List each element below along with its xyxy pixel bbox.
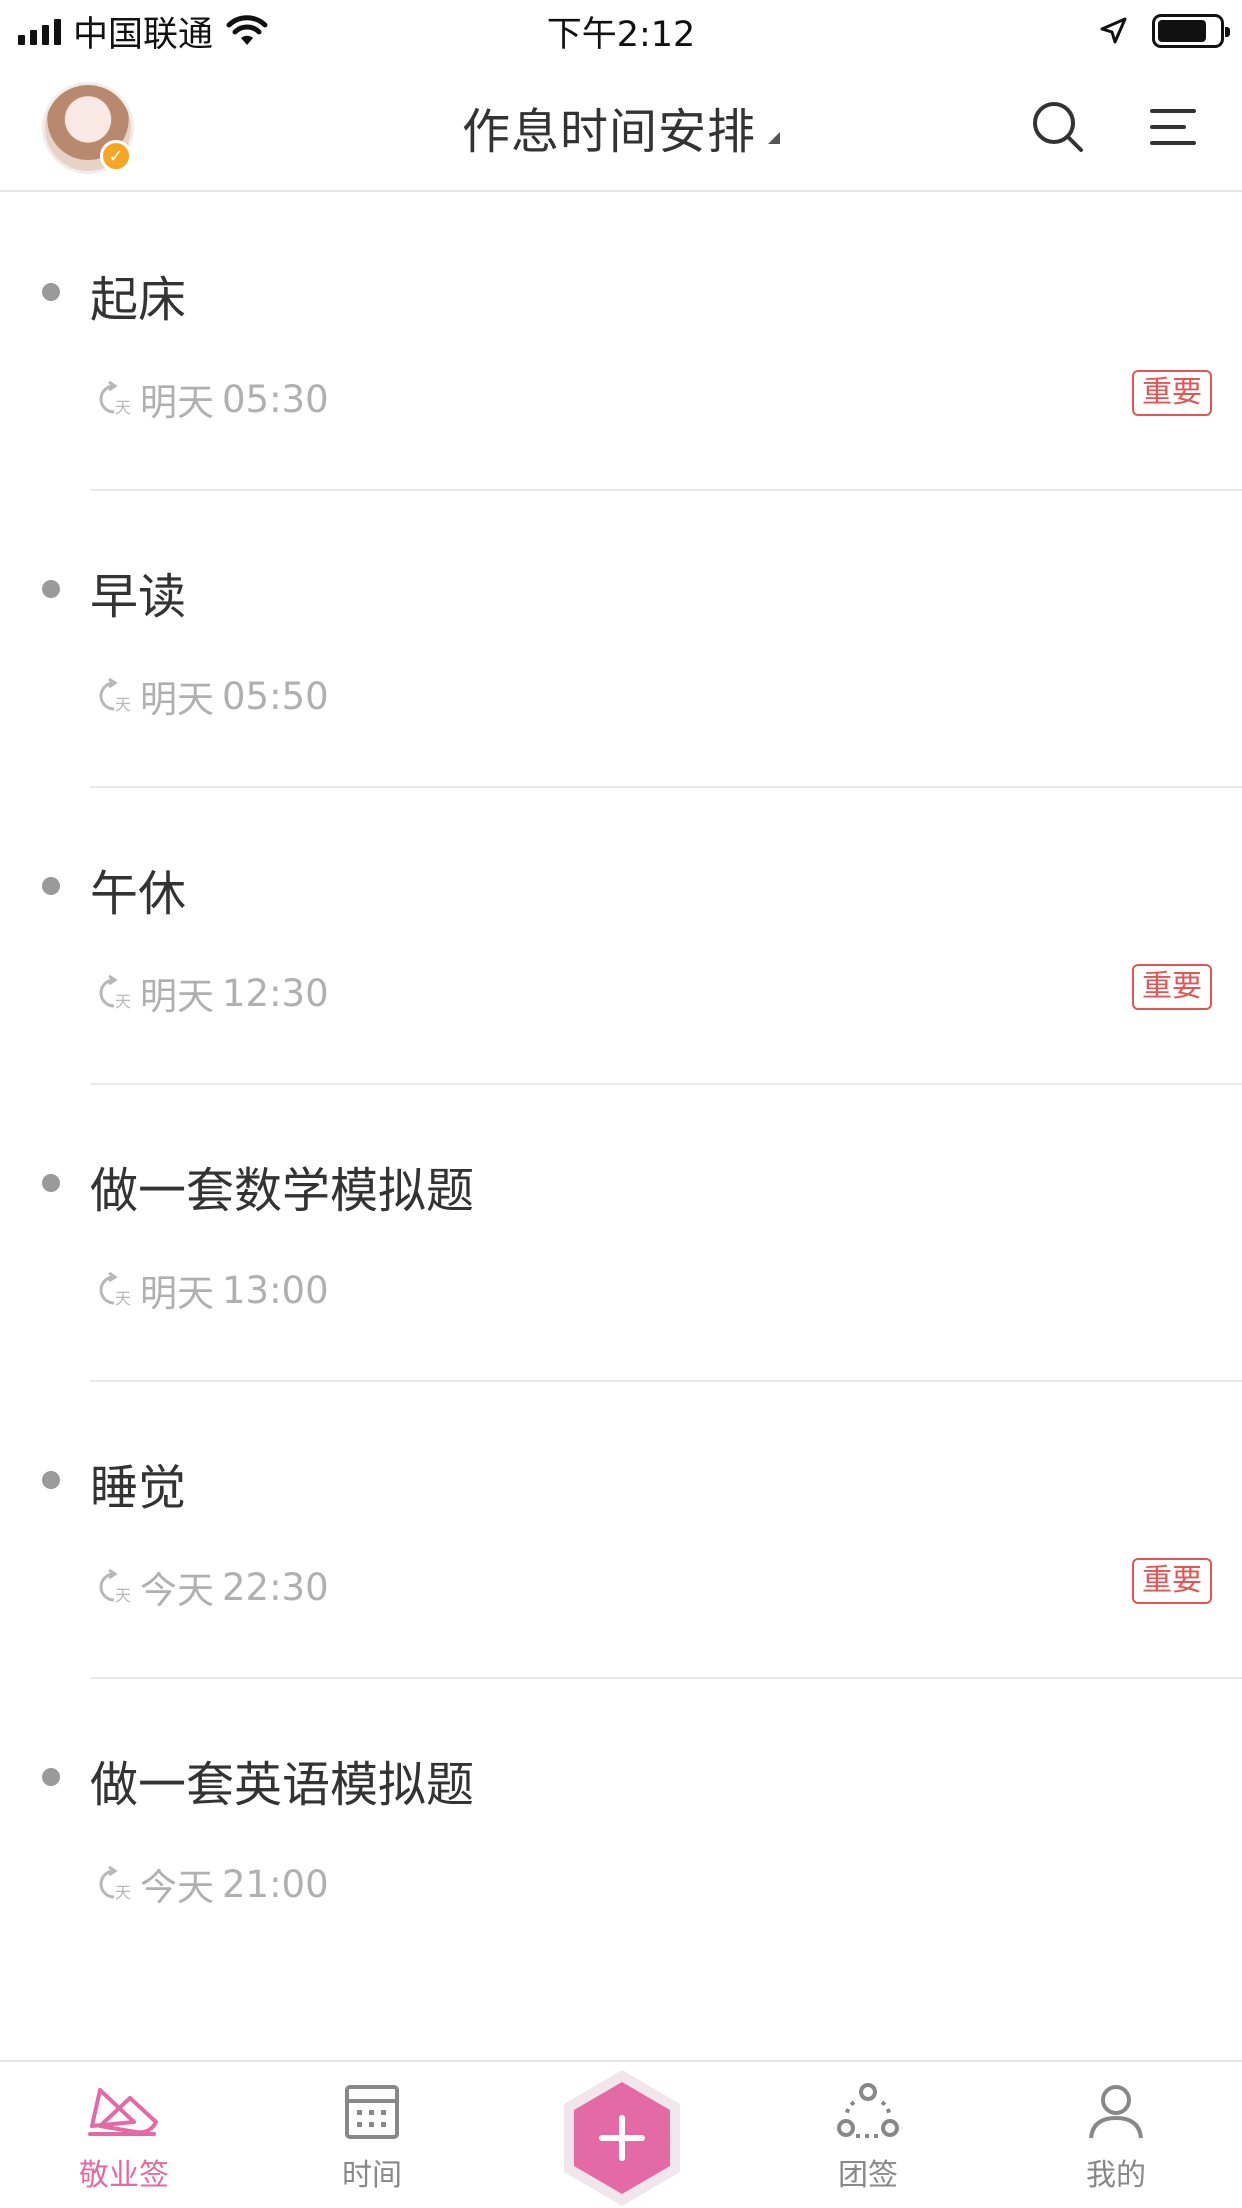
plus-icon	[564, 2070, 680, 2206]
repeat-reminder-icon: 天	[99, 1271, 131, 1308]
carrier-label: 中国联通	[73, 14, 214, 55]
bullet-dot	[42, 1174, 60, 1192]
search-icon	[1033, 102, 1083, 152]
list-item[interactable]: 睡觉 天 今天 22:30 重要	[0, 1382, 1242, 1679]
svg-text:天: 天	[115, 1289, 131, 1308]
item-reminder: 天 明天 13:00	[92, 1263, 329, 1317]
menu-button[interactable]	[1140, 95, 1204, 159]
add-button[interactable]	[560, 2068, 684, 2208]
status-bar: 中国联通 下午2:12	[0, 0, 1242, 62]
signal-icon	[18, 17, 61, 45]
tab-time[interactable]: 时间	[292, 2082, 452, 2194]
item-title: 做一套英语模拟题	[90, 1757, 475, 1813]
menu-icon	[1150, 109, 1196, 145]
tab-label: 敬业签	[79, 2158, 169, 2193]
location-arrow-icon	[1100, 17, 1127, 44]
schedule-list: 起床 天 明天 05:30 重要 早读 天 明天 05:50 午休 天 明天 1…	[0, 194, 1242, 1976]
item-reminder: 天 今天 21:00	[92, 1857, 329, 1911]
repeat-reminder-icon: 天	[99, 1865, 131, 1902]
team-icon	[837, 2083, 899, 2138]
item-time: 21:00	[222, 1862, 329, 1906]
tab-label: 我的	[1086, 2158, 1146, 2193]
dropdown-caret-icon[interactable]	[768, 132, 780, 144]
item-reminder: 天 明天 05:50	[92, 669, 329, 723]
tab-label: 团签	[838, 2158, 898, 2193]
item-day: 明天	[140, 975, 214, 1018]
list-item[interactable]: 起床 天 明天 05:30 重要	[0, 194, 1242, 491]
clock-label: 下午2:12	[546, 14, 696, 55]
user-icon	[1089, 2085, 1143, 2139]
page-title[interactable]: 作息时间安排	[462, 92, 756, 162]
status-right	[1098, 14, 1230, 48]
app-screen: 中国联通 下午2:12 ✓ 作息时间安排 起床 天 明天 05:30 重要 早读…	[0, 0, 1242, 2208]
item-time: 05:50	[222, 674, 329, 718]
repeat-reminder-icon: 天	[99, 380, 131, 417]
tab-label: 时间	[342, 2158, 402, 2193]
svg-text:天: 天	[115, 695, 131, 714]
list-item[interactable]: 做一套数学模拟题 天 明天 13:00	[0, 1085, 1242, 1382]
bullet-dot	[42, 580, 60, 598]
verified-badge-icon: ✓	[100, 140, 132, 172]
important-tag: 重要	[1132, 964, 1212, 1010]
item-day: 明天	[140, 678, 214, 721]
list-item[interactable]: 早读 天 明天 05:50	[0, 491, 1242, 788]
item-title: 做一套数学模拟题	[90, 1163, 475, 1219]
svg-text:天: 天	[115, 1883, 131, 1902]
svg-text:天: 天	[115, 992, 131, 1011]
item-day: 明天	[140, 1272, 214, 1315]
item-title: 睡觉	[90, 1460, 187, 1516]
wifi-icon	[226, 15, 268, 45]
important-tag: 重要	[1132, 1558, 1212, 1604]
bullet-dot	[42, 1768, 60, 1786]
bullet-dot	[42, 1471, 60, 1489]
item-time: 12:30	[222, 971, 329, 1015]
svg-text:天: 天	[115, 1586, 131, 1605]
search-button[interactable]	[1026, 95, 1090, 159]
item-reminder: 天 今天 22:30	[92, 1560, 329, 1614]
battery-icon	[1152, 14, 1230, 48]
list-item[interactable]: 午休 天 明天 12:30 重要	[0, 788, 1242, 1085]
list-item[interactable]: 做一套英语模拟题 天 今天 21:00	[0, 1679, 1242, 1976]
item-day: 今天	[140, 1866, 214, 1909]
item-reminder: 天 明天 12:30	[92, 966, 329, 1020]
item-day: 明天	[140, 381, 214, 424]
svg-text:天: 天	[115, 398, 131, 417]
important-tag: 重要	[1132, 370, 1212, 416]
item-day: 今天	[140, 1569, 214, 1612]
tab-me[interactable]: 我的	[1036, 2082, 1196, 2194]
notes-icon	[88, 2088, 158, 2136]
calendar-icon	[345, 2085, 399, 2139]
bullet-dot	[42, 283, 60, 301]
top-nav-bar: ✓ 作息时间安排	[0, 62, 1242, 192]
item-title: 午休	[90, 866, 187, 922]
item-title: 早读	[90, 569, 187, 625]
item-title: 起床	[90, 272, 187, 328]
bullet-dot	[42, 877, 60, 895]
repeat-reminder-icon: 天	[99, 1568, 131, 1605]
item-time: 05:30	[222, 377, 329, 421]
tab-team[interactable]: 团签	[788, 2082, 948, 2194]
item-reminder: 天 明天 05:30	[92, 372, 329, 426]
repeat-reminder-icon: 天	[99, 974, 131, 1011]
tab-notes[interactable]: 敬业签	[44, 2082, 204, 2194]
item-time: 22:30	[222, 1565, 329, 1609]
item-time: 13:00	[222, 1268, 329, 1312]
repeat-reminder-icon: 天	[99, 677, 131, 714]
status-left: 中国联通	[18, 6, 269, 57]
